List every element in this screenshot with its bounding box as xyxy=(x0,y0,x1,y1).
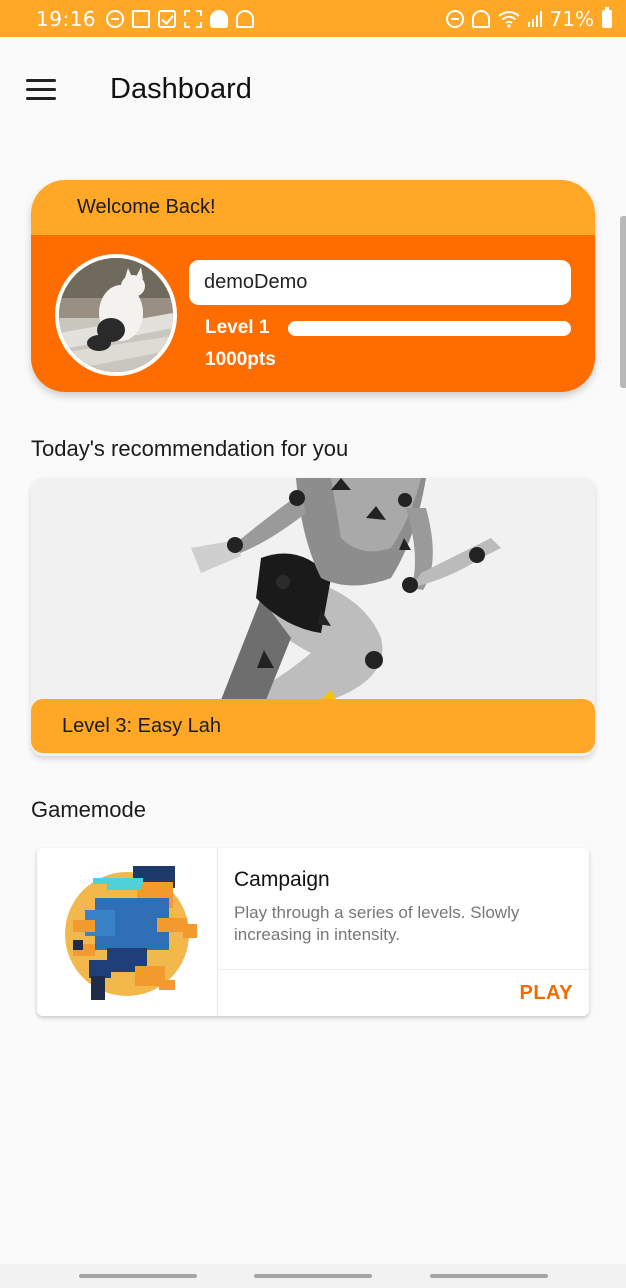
nav-recents-button[interactable] xyxy=(79,1274,197,1278)
cat-photo-avatar xyxy=(59,258,173,372)
status-bar: 19:16 71% xyxy=(0,0,626,37)
hamburger-menu-icon[interactable] xyxy=(26,79,58,103)
recommendation-level-title: Level 3: Easy Lah xyxy=(62,714,221,737)
username-field: demoDemo xyxy=(189,260,571,305)
level-progress-bar xyxy=(288,321,571,336)
screenshot-icon xyxy=(184,9,203,28)
mute-icon xyxy=(471,9,490,28)
check-task-icon xyxy=(158,9,177,28)
username-text: demoDemo xyxy=(204,271,308,293)
gamemode-description: Play through a series of levels. Slowly … xyxy=(234,903,520,944)
system-icons: 71% xyxy=(445,6,612,31)
recommendation-section-title: Today's recommendation for you xyxy=(31,436,349,461)
running-mannequin-illustration xyxy=(31,478,595,700)
alarm-icon xyxy=(445,9,464,28)
do-not-disturb-icon xyxy=(106,9,125,28)
nav-back-button[interactable] xyxy=(430,1274,548,1278)
battery-icon xyxy=(602,6,612,28)
gamemode-card-campaign: Campaign Play through a series of levels… xyxy=(37,848,589,1016)
level-progress-fill xyxy=(288,321,571,336)
profile-body: demoDemo Level 1 1000pts xyxy=(31,236,595,392)
notification-icons xyxy=(106,9,255,28)
nav-home-button[interactable] xyxy=(254,1274,372,1278)
battery-percent: 71% xyxy=(549,6,594,31)
gamemode-divider xyxy=(219,969,589,970)
news-app-icon xyxy=(132,9,151,28)
gamemode-title: Campaign xyxy=(234,868,330,891)
gamemode-section-title: Gamemode xyxy=(31,797,146,822)
scrollbar-thumb[interactable] xyxy=(620,216,626,388)
wifi-icon xyxy=(497,10,520,28)
pixel-runner-illustration xyxy=(65,866,197,1000)
level-label: Level 1 xyxy=(205,317,270,338)
play-button[interactable]: PLAY xyxy=(519,982,573,1005)
navigation-bar xyxy=(0,1264,626,1288)
page-title: Dashboard xyxy=(110,73,252,105)
recommendation-card[interactable]: Level 3: Easy Lah xyxy=(31,478,595,756)
signal-icon xyxy=(527,10,542,27)
sync-off-icon xyxy=(236,9,255,28)
snapchat-icon xyxy=(210,9,229,28)
app-bar: Dashboard xyxy=(0,37,626,147)
recommendation-level-bar: Level 3: Easy Lah xyxy=(31,699,595,753)
avatar[interactable] xyxy=(55,254,177,376)
profile-card: Welcome Back! demoDemo Level 1 1000pts xyxy=(31,180,595,392)
gamemode-thumbnail xyxy=(37,848,218,1016)
welcome-header: Welcome Back! xyxy=(31,180,595,236)
points-label: 1000pts xyxy=(205,349,276,370)
status-time: 19:16 xyxy=(36,6,97,31)
welcome-text: Welcome Back! xyxy=(77,196,216,218)
